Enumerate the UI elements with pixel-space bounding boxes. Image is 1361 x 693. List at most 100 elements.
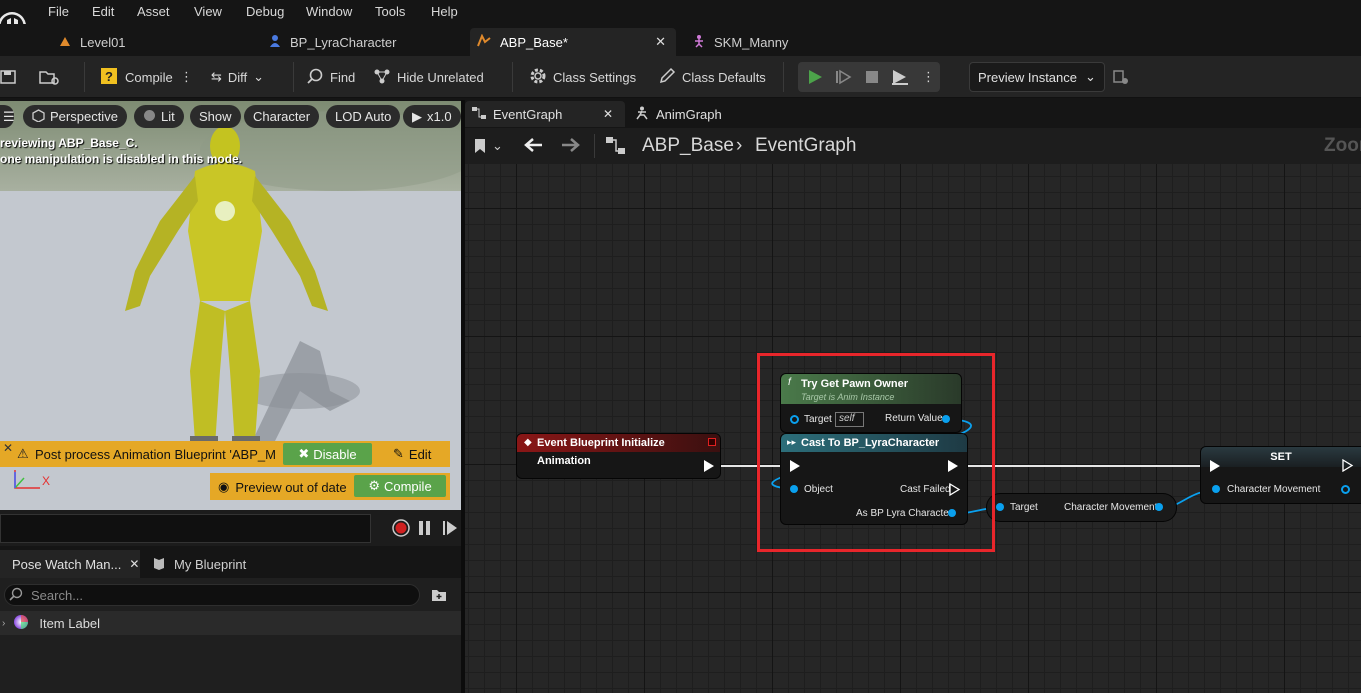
exec-out-pin[interactable]: [704, 460, 714, 472]
hide-unrelated-button[interactable]: Hide Unrelated: [373, 65, 484, 89]
step-icon[interactable]: [834, 65, 852, 89]
tab-animgraph[interactable]: AnimGraph: [628, 101, 722, 127]
step-forward-icon[interactable]: [442, 520, 458, 539]
tab-abp-base[interactable]: ABP_Base* ✕: [470, 28, 676, 56]
character-movement-in-pin[interactable]: [1212, 485, 1220, 493]
target-pin[interactable]: [996, 503, 1004, 511]
bookmark-icon: [474, 138, 486, 157]
play-options-icon[interactable]: ⋮: [922, 65, 935, 89]
close-icon[interactable]: ✕: [603, 107, 613, 121]
perspective-label: Perspective: [50, 109, 118, 124]
x-icon: ✖: [298, 446, 310, 461]
show-button[interactable]: Show: [190, 105, 241, 128]
delegate-pin-icon[interactable]: [708, 438, 716, 446]
breadcrumb-leaf: EventGraph: [755, 135, 857, 156]
lod-label: LOD Auto: [335, 109, 392, 124]
playback-speed-button[interactable]: ▶ x1.0: [403, 105, 461, 128]
class-defaults-button[interactable]: Class Defaults: [658, 65, 766, 89]
record-icon[interactable]: [392, 519, 410, 540]
lit-sphere-icon: [143, 109, 156, 125]
menu-file[interactable]: File: [48, 4, 69, 19]
timeline-scrubber[interactable]: [0, 514, 371, 543]
search-input[interactable]: Search...: [4, 584, 420, 606]
tab-label: EventGraph: [493, 106, 563, 122]
find-button[interactable]: Find: [306, 65, 355, 89]
graph-type-icon: [605, 136, 627, 159]
speed-label: x1.0: [427, 109, 452, 124]
character-movement-pin[interactable]: [1155, 503, 1163, 511]
menu-help[interactable]: Help: [431, 4, 458, 19]
pause-icon[interactable]: [418, 520, 432, 539]
class-settings-button[interactable]: Class Settings: [529, 65, 636, 89]
viewport-compile-button[interactable]: ⚙ Compile: [354, 475, 446, 497]
item-label-text: Item Label: [39, 615, 101, 631]
compile-icon: ?: [99, 66, 119, 89]
preview-instance-dropdown[interactable]: Preview Instance ⌄: [969, 62, 1105, 92]
forward-arrow-icon[interactable]: [560, 136, 582, 157]
edit-button[interactable]: ✎ Edit: [385, 443, 439, 465]
character-movement-out-pin[interactable]: [1341, 485, 1350, 494]
toolbar-separator: [84, 62, 85, 92]
menu-window[interactable]: Window: [306, 4, 352, 19]
tab-level01[interactable]: Level01: [52, 28, 252, 56]
menu-tools[interactable]: Tools: [375, 4, 405, 19]
diff-button[interactable]: ⇆ Diff ⌄: [211, 65, 264, 89]
menu-debug[interactable]: Debug: [246, 4, 284, 19]
preview-instance-label: Preview Instance: [978, 69, 1077, 85]
tab-bp-lyracharacter[interactable]: BP_LyraCharacter: [262, 28, 462, 56]
character-button[interactable]: Character: [244, 105, 320, 128]
tab-pose-watch-manager[interactable]: Pose Watch Man... ✕: [0, 550, 140, 578]
bookmark-dropdown[interactable]: ⌄: [474, 138, 503, 157]
hide-unrelated-label: Hide Unrelated: [397, 69, 484, 85]
graph-header: [465, 128, 1361, 164]
menu-asset[interactable]: Asset: [137, 4, 170, 19]
lod-button[interactable]: LOD Auto: [326, 105, 401, 128]
tab-my-blueprint[interactable]: My Blueprint: [152, 550, 246, 578]
event-initialize-animation-node[interactable]: Event Blueprint Initialize Animation ◆: [517, 434, 720, 478]
close-icon[interactable]: ✕: [129, 557, 139, 571]
back-arrow-icon[interactable]: [522, 136, 544, 157]
play-icon[interactable]: [806, 65, 824, 89]
menu-view[interactable]: View: [194, 4, 222, 19]
compile-options-icon[interactable]: ⋮: [180, 65, 193, 89]
class-settings-label: Class Settings: [553, 69, 637, 85]
menu-edit[interactable]: Edit: [92, 4, 114, 19]
compile-label: Compile: [383, 478, 432, 494]
debug-filter-icon[interactable]: [1112, 65, 1130, 89]
exec-in-pin[interactable]: [1210, 460, 1220, 472]
event-icon: ◆: [524, 437, 532, 448]
character-movement-getter-node[interactable]: Target Character Movement: [987, 494, 1176, 521]
lit-button[interactable]: Lit: [134, 105, 184, 128]
book-icon: [152, 556, 166, 573]
save-icon[interactable]: [0, 65, 16, 89]
zoom-label: Zoom: [1324, 135, 1361, 156]
node-title: Event Blueprint Initialize Animation: [517, 434, 720, 467]
chevron-down-icon: ⌄: [492, 138, 503, 153]
search-icon: [9, 587, 23, 604]
tab-eventgraph[interactable]: EventGraph ✕: [465, 101, 625, 127]
preview-out-of-date-label: Preview out of date: [235, 479, 347, 495]
close-icon[interactable]: ✕: [655, 34, 666, 50]
browse-icon[interactable]: [38, 65, 62, 89]
compile-button[interactable]: ? Compile: [99, 65, 173, 89]
set-character-movement-node[interactable]: SET Character Movement: [1201, 447, 1361, 503]
eject-icon[interactable]: [890, 65, 910, 89]
breadcrumb-root[interactable]: ABP_Base: [642, 135, 734, 157]
item-label-header[interactable]: › Item Label: [0, 611, 461, 635]
gear-icon: ⚙: [368, 478, 380, 493]
class-defaults-label: Class Defaults: [682, 69, 766, 85]
exec-out-pin[interactable]: [1342, 459, 1354, 472]
close-icon[interactable]: ✕: [3, 441, 13, 455]
event-graph-icon: [471, 106, 487, 123]
highlight-box: [757, 353, 995, 552]
perspective-button[interactable]: Perspective: [23, 105, 127, 128]
disable-button[interactable]: ✖ Disable: [283, 443, 372, 465]
color-wheel-icon: [13, 614, 29, 633]
add-folder-icon[interactable]: [431, 587, 447, 606]
cube-icon: [32, 108, 45, 125]
stop-icon[interactable]: [863, 65, 881, 89]
tab-label: Pose Watch Man...: [12, 556, 122, 572]
tab-skm-manny[interactable]: SKM_Manny: [686, 28, 886, 56]
chevron-down-icon: ⌄: [1085, 69, 1096, 84]
chevron-right-icon: ›: [2, 617, 6, 629]
